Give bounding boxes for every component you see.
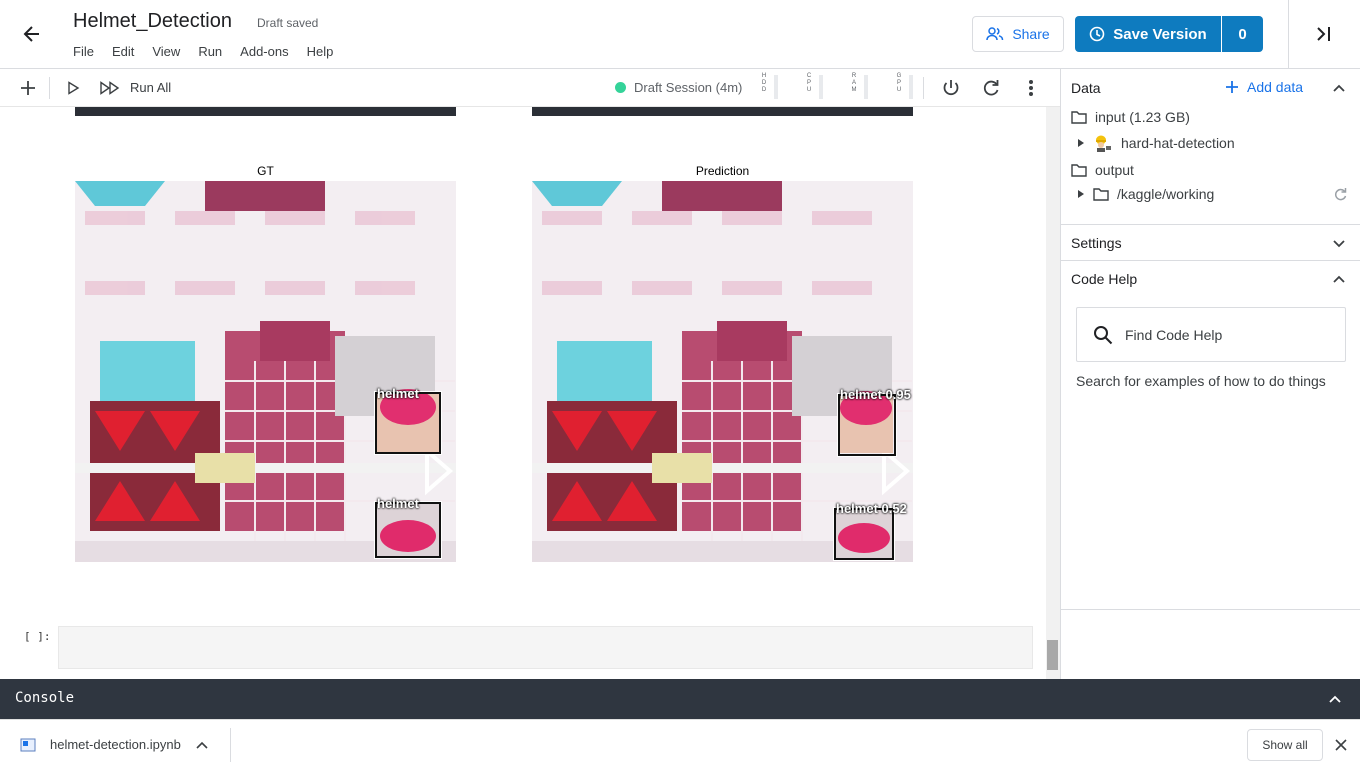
gt-box-label: helmet xyxy=(377,386,419,401)
session-status-dot xyxy=(615,82,626,93)
previous-image-bottom xyxy=(75,107,456,116)
version-count-button[interactable]: 0 xyxy=(1222,16,1263,52)
input-folder[interactable]: input (1.23 GB) xyxy=(1071,109,1190,125)
restart-icon[interactable] xyxy=(980,78,1002,98)
notebook-title[interactable]: Helmet_Detection xyxy=(73,10,232,33)
header: Helmet_Detection Draft saved File Edit V… xyxy=(0,0,1360,69)
chevron-up-icon[interactable] xyxy=(1328,692,1342,711)
caret-right-icon xyxy=(1078,190,1084,198)
console-bar[interactable]: Console xyxy=(0,679,1360,719)
menu-add-ons[interactable]: Add-ons xyxy=(240,44,288,59)
file-icon xyxy=(20,738,36,751)
gt-box-label: helmet xyxy=(377,496,419,511)
download-filename: helmet-detection.ipynb xyxy=(50,737,181,752)
folder-icon xyxy=(1093,188,1109,201)
ram-meter: RAM xyxy=(850,73,880,103)
prediction-box-label: helmet 0.52 xyxy=(836,501,907,516)
share-button[interactable]: Share xyxy=(972,16,1064,52)
toolbar-divider xyxy=(49,77,50,99)
download-item[interactable]: helmet-detection.ipynb xyxy=(20,737,209,752)
share-label: Share xyxy=(1012,26,1050,42)
save-status: Draft saved xyxy=(257,16,319,30)
section-divider xyxy=(1061,224,1360,225)
code-help-search-input[interactable]: Find Code Help xyxy=(1076,307,1346,362)
chevron-up-icon[interactable] xyxy=(1332,81,1346,100)
session-status[interactable]: Draft Session (4m) xyxy=(615,80,742,95)
prediction-bounding-box xyxy=(837,393,897,457)
toolbar-divider xyxy=(923,77,924,99)
plus-icon xyxy=(1226,81,1238,93)
back-arrow-icon[interactable] xyxy=(18,20,46,48)
run-all-icon[interactable] xyxy=(98,78,122,98)
refresh-icon[interactable] xyxy=(1333,187,1347,206)
menu-run[interactable]: Run xyxy=(198,44,222,59)
output-folder-label: output xyxy=(1095,162,1134,178)
output-folder[interactable]: output xyxy=(1071,162,1134,178)
menu-view[interactable]: View xyxy=(152,44,180,59)
menu-bar: File Edit View Run Add-ons Help xyxy=(73,44,351,59)
gt-bounding-box xyxy=(374,391,442,455)
code-help-section-title[interactable]: Code Help xyxy=(1071,271,1137,287)
gt-plot-title: GT xyxy=(257,164,274,178)
working-dir-label: /kaggle/working xyxy=(1117,186,1215,202)
menu-file[interactable]: File xyxy=(73,44,94,59)
hard-hat-icon xyxy=(1096,135,1111,152)
show-all-button[interactable]: Show all xyxy=(1247,729,1323,761)
run-all-button[interactable]: Run All xyxy=(130,80,171,95)
chevron-up-icon[interactable] xyxy=(1332,272,1346,291)
settings-section-title[interactable]: Settings xyxy=(1071,235,1122,251)
code-cell-editor[interactable] xyxy=(58,626,1033,669)
session-label: Draft Session (4m) xyxy=(634,80,743,95)
more-options-icon[interactable] xyxy=(1021,78,1041,98)
chevron-down-icon[interactable] xyxy=(1332,237,1346,256)
dataset-item[interactable]: hard-hat-detection xyxy=(1077,133,1235,153)
cell-execution-prompt: [ ]: xyxy=(24,630,51,643)
menu-help[interactable]: Help xyxy=(307,44,334,59)
download-bar: helmet-detection.ipynb Show all xyxy=(0,719,1360,768)
scrollbar-thumb[interactable] xyxy=(1047,640,1058,670)
code-help-hint: Search for examples of how to do things xyxy=(1076,373,1326,389)
gt-image: helmet helmet xyxy=(75,181,456,562)
prediction-image: helmet 0.95 helmet 0.52 xyxy=(532,181,913,562)
add-data-button[interactable]: Add data xyxy=(1225,79,1303,95)
gpu-meter: GPU xyxy=(895,73,925,103)
add-data-label: Add data xyxy=(1247,79,1304,95)
working-dir-item[interactable]: /kaggle/working xyxy=(1077,186,1214,202)
collapse-panel-icon[interactable] xyxy=(1310,20,1338,48)
caret-right-icon xyxy=(1078,139,1084,147)
section-divider xyxy=(1061,609,1360,610)
search-placeholder: Find Code Help xyxy=(1125,326,1223,343)
side-panel: Data Add data input (1.23 GB) hard-hat-d… xyxy=(1060,69,1360,679)
save-version-label: Save Version xyxy=(1113,25,1207,43)
power-icon[interactable] xyxy=(940,78,962,98)
console-label: Console xyxy=(15,690,75,706)
input-folder-label: input (1.23 GB) xyxy=(1095,109,1190,125)
folder-icon xyxy=(1071,164,1087,177)
search-icon xyxy=(1094,325,1113,344)
people-icon xyxy=(986,27,1004,41)
data-section-title: Data xyxy=(1071,80,1101,96)
notebook-scrollbar[interactable] xyxy=(1046,107,1060,679)
close-icon[interactable] xyxy=(1335,738,1347,756)
version-history-icon xyxy=(1089,26,1105,42)
dataset-name: hard-hat-detection xyxy=(1121,135,1235,151)
add-cell-icon[interactable] xyxy=(18,78,38,98)
chevron-up-icon[interactable] xyxy=(195,738,209,752)
save-version-button[interactable]: Save Version xyxy=(1075,16,1221,52)
section-divider xyxy=(1061,260,1360,261)
prediction-plot-title: Prediction xyxy=(695,164,750,178)
run-cell-icon[interactable] xyxy=(63,78,83,98)
previous-image-bottom xyxy=(532,107,913,116)
notebook-toolbar: Run All Draft Session (4m) HDD CPU RAM G… xyxy=(0,69,1060,107)
hdd-meter: HDD xyxy=(760,73,790,103)
download-divider xyxy=(230,728,231,762)
header-divider xyxy=(1288,0,1289,68)
cpu-meter: CPU xyxy=(805,73,835,103)
folder-icon xyxy=(1071,111,1087,124)
notebook-content: GT Prediction helmet helmet helmet 0.95 … xyxy=(0,107,1046,679)
menu-edit[interactable]: Edit xyxy=(112,44,134,59)
prediction-box-label: helmet 0.95 xyxy=(840,387,911,402)
